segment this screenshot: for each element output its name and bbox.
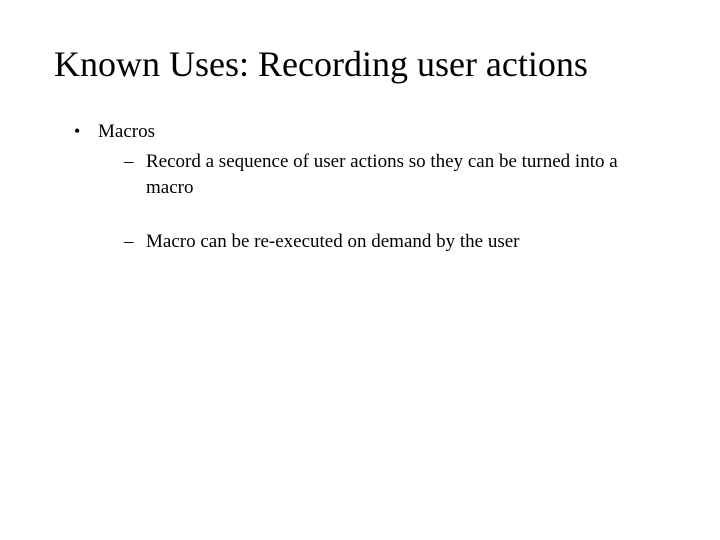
list-item: Macros Record a sequence of user actions… bbox=[74, 121, 666, 254]
list-item: Record a sequence of user actions so the… bbox=[124, 149, 666, 200]
bullet-text: Record a sequence of user actions so the… bbox=[146, 151, 618, 198]
bullet-text: Macros bbox=[98, 121, 155, 142]
slide: Known Uses: Recording user actions Macro… bbox=[0, 0, 720, 540]
bullet-list: Macros Record a sequence of user actions… bbox=[54, 121, 666, 254]
list-item: Macro can be re-executed on demand by th… bbox=[124, 229, 666, 255]
bullet-text: Macro can be re-executed on demand by th… bbox=[146, 231, 520, 252]
sub-bullet-list: Record a sequence of user actions so the… bbox=[98, 149, 666, 254]
slide-title: Known Uses: Recording user actions bbox=[54, 44, 666, 85]
